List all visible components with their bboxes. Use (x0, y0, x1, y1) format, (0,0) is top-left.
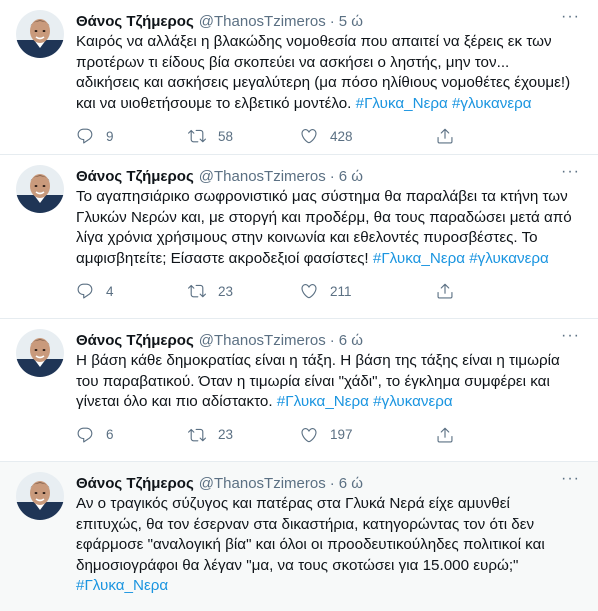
more-icon[interactable]: ··· (561, 328, 580, 344)
like-count: 211 (330, 283, 352, 299)
tweet-text: Καιρός να αλλάξει η βλακώδης νομοθεσία π… (76, 32, 574, 114)
retweet-count: 23 (218, 427, 234, 442)
tweet-body: Αν ο τραγικός σύζυγος και πατέρας στα Γλ… (76, 495, 545, 574)
timestamp[interactable]: 6 ώ (339, 332, 363, 349)
tweet-content: Θάνος Τζήμερος @ThanosTzimeros · 6 ώ ···… (76, 471, 582, 611)
separator-dot: · (329, 12, 335, 30)
retweet-count: 58 (218, 128, 234, 144)
separator-dot: · (329, 331, 335, 349)
reply-icon (77, 427, 93, 442)
avatar[interactable] (16, 165, 64, 213)
like-button[interactable]: 428 (300, 127, 412, 145)
tweet[interactable]: Θάνος Τζήμερος @ThanosTzimeros · 6 ώ ···… (0, 319, 598, 462)
author-handle[interactable]: @ThanosTzimeros (199, 168, 326, 185)
avatar-column (16, 165, 76, 318)
separator-dot: · (329, 167, 335, 185)
reply-button[interactable]: 4 (76, 282, 188, 300)
author-handle[interactable]: @ThanosTzimeros (199, 13, 326, 30)
author-name[interactable]: Θάνος Τζήμερος (76, 475, 194, 492)
like-icon (301, 284, 317, 299)
tweet-actions: 4 23 211 (76, 271, 574, 311)
tweet-text: Η βάση κάθε δημοκρατίας είναι η τάξη. Η … (76, 351, 574, 413)
share-icon (437, 427, 453, 442)
tweet-header: Θάνος Τζήμερος @ThanosTzimeros · 6 ώ (76, 329, 574, 351)
timestamp[interactable]: 6 ώ (339, 168, 363, 185)
tweet-content: Θάνος Τζήμερος @ThanosTzimeros · 6 ώ ···… (76, 164, 582, 318)
retweet-icon (188, 284, 206, 298)
reply-icon (77, 283, 93, 299)
timestamp[interactable]: 5 ώ (339, 13, 363, 30)
share-icon (437, 128, 453, 144)
tweet[interactable]: Θάνος Τζήμερος @ThanosTzimeros · 5 ώ ···… (0, 0, 598, 155)
tweet-text: Το αγαπησιάρικο σωφρονιστικό μας σύστημα… (76, 187, 574, 269)
like-count: 428 (330, 128, 353, 144)
avatar[interactable] (16, 10, 64, 58)
author-name[interactable]: Θάνος Τζήμερος (76, 13, 194, 30)
reply-count: 4 (106, 283, 114, 299)
tweet-text: Αν ο τραγικός σύζυγος και πατέρας στα Γλ… (76, 494, 574, 597)
hashtags[interactable]: #Γλυκα_Νερα (76, 577, 168, 594)
author-name[interactable]: Θάνος Τζήμερος (76, 168, 194, 185)
tweet-header: Θάνος Τζήμερος @ThanosTzimeros · 6 ώ (76, 165, 574, 187)
timeline-feed: Θάνος Τζήμερος @ThanosTzimeros · 5 ώ ···… (0, 0, 598, 611)
tweet-header: Θάνος Τζήμερος @ThanosTzimeros · 5 ώ (76, 10, 574, 32)
like-icon (301, 129, 317, 144)
tweet[interactable]: Θάνος Τζήμερος @ThanosTzimeros · 6 ώ ···… (0, 155, 598, 319)
retweet-button[interactable]: 23 (188, 282, 300, 300)
reply-count: 6 (106, 427, 114, 442)
retweet-button[interactable]: 58 (188, 127, 300, 145)
hashtags[interactable]: #Γλυκα_Νερα #γλυκανερα (356, 95, 532, 112)
like-icon (301, 427, 317, 442)
share-button[interactable] (436, 282, 454, 300)
like-button[interactable]: 197 (300, 426, 412, 444)
separator-dot: · (329, 474, 335, 492)
reply-icon (77, 128, 93, 144)
share-button[interactable] (436, 127, 454, 145)
author-handle[interactable]: @ThanosTzimeros (199, 332, 326, 349)
avatar[interactable] (16, 472, 64, 520)
share-icon (437, 283, 453, 299)
tweet-content: Θάνος Τζήμερος @ThanosTzimeros · 5 ώ ···… (76, 9, 582, 156)
tweet-actions: 9 58 428 (76, 116, 574, 156)
share-button[interactable] (436, 426, 454, 444)
hashtags[interactable]: #Γλυκα_Νερα #γλυκανερα (277, 393, 453, 410)
author-name[interactable]: Θάνος Τζήμερος (76, 332, 194, 349)
like-button[interactable]: 211 (300, 282, 412, 300)
reply-button[interactable]: 9 (76, 127, 188, 145)
tweet-header: Θάνος Τζήμερος @ThanosTzimeros · 6 ώ (76, 472, 574, 494)
hashtags[interactable]: #Γλυκα_Νερα #γλυκανερα (373, 250, 549, 267)
more-icon[interactable]: ··· (561, 471, 580, 487)
reply-button[interactable]: 6 (76, 426, 188, 444)
tweet-actions: 6 23 197 (76, 415, 574, 455)
tweet-content: Θάνος Τζήμερος @ThanosTzimeros · 6 ώ ···… (76, 328, 582, 461)
retweet-icon (188, 129, 206, 143)
timestamp[interactable]: 6 ώ (339, 475, 363, 492)
tweet[interactable]: Θάνος Τζήμερος @ThanosTzimeros · 6 ώ ···… (0, 462, 598, 611)
more-icon[interactable]: ··· (561, 9, 580, 25)
like-count: 197 (330, 427, 353, 442)
avatar-column (16, 329, 76, 461)
retweet-count: 23 (218, 283, 234, 299)
retweet-button[interactable]: 23 (188, 426, 300, 444)
retweet-icon (188, 428, 206, 441)
avatar-column (16, 10, 76, 154)
author-handle[interactable]: @ThanosTzimeros (199, 475, 326, 492)
avatar-column (16, 472, 76, 611)
reply-count: 9 (106, 128, 114, 144)
avatar[interactable] (16, 329, 64, 377)
more-icon[interactable]: ··· (561, 164, 580, 180)
